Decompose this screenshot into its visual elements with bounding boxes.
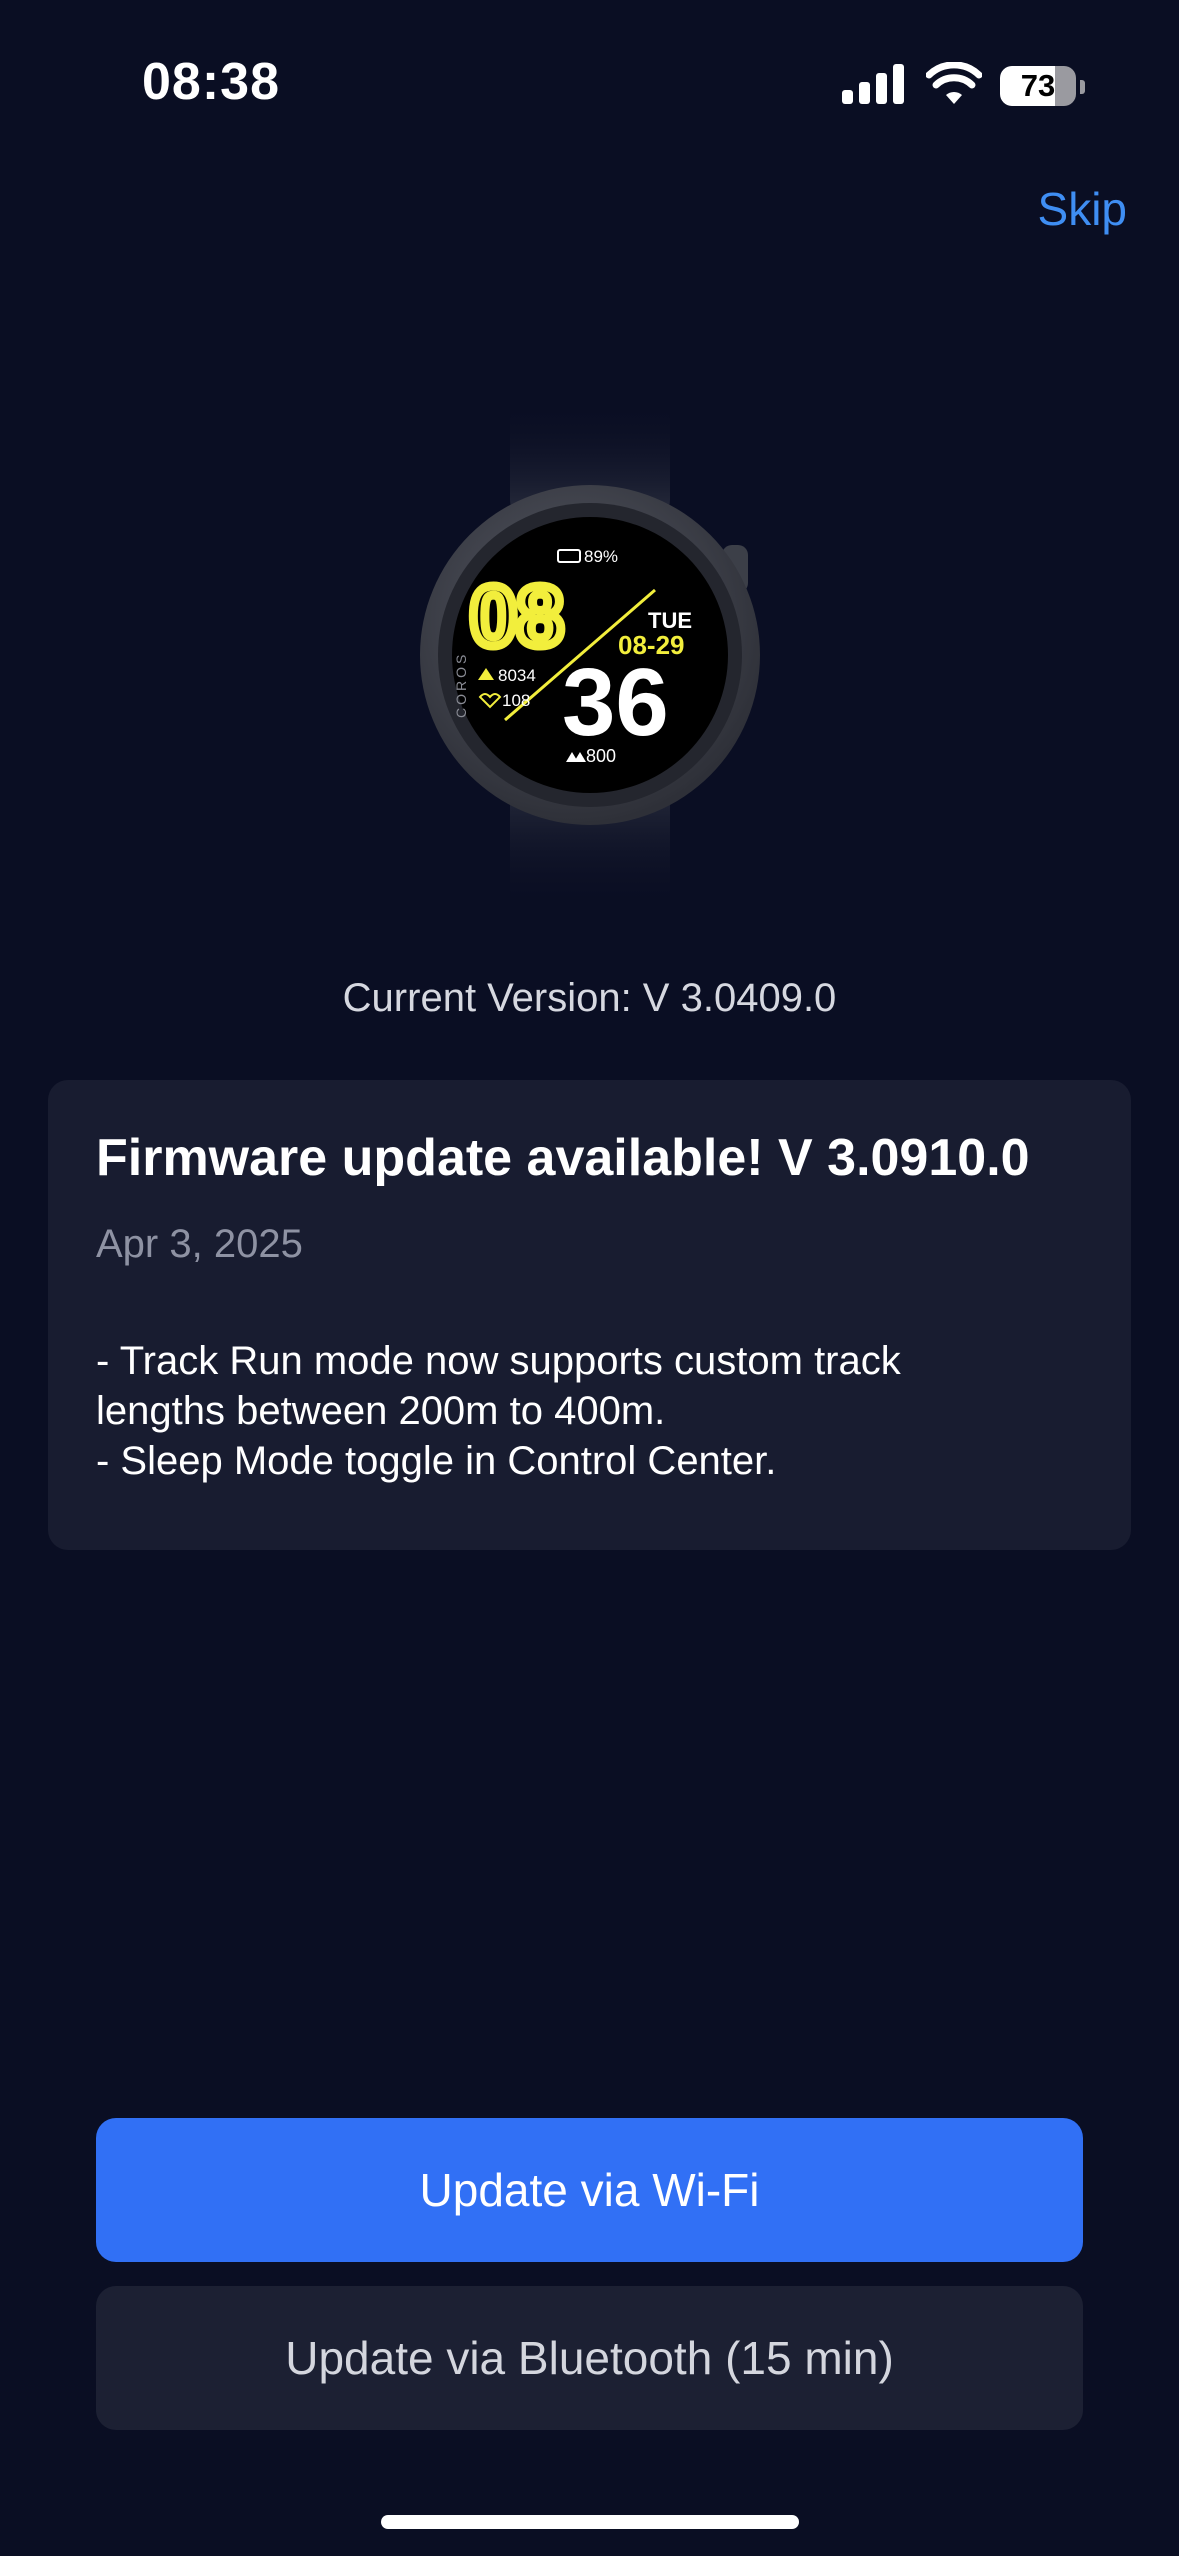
watch-heart-rate: 108 <box>502 691 530 710</box>
firmware-update-screen: 08:38 73 Skip 89% 08 TUE 08-29 36 8034 1… <box>0 0 1179 2556</box>
skip-button[interactable]: Skip <box>1038 182 1127 236</box>
status-time: 08:38 <box>142 53 280 111</box>
release-date: Apr 3, 2025 <box>96 1222 303 1266</box>
battery-percent: 73 <box>1020 68 1056 103</box>
wifi-icon <box>926 62 982 104</box>
update-info-card: Firmware update available! V 3.0910.0 Ap… <box>48 1080 1131 1550</box>
battery-icon: 73 <box>1000 66 1076 106</box>
watch-battery: 89% <box>584 547 618 566</box>
cellular-signal-icon <box>842 62 904 104</box>
release-note-line: - Sleep Mode toggle in Control Center. <box>96 1439 777 1483</box>
watch-minute: 36 <box>562 649 669 756</box>
update-via-wifi-button[interactable]: Update via Wi-Fi <box>96 2118 1083 2262</box>
release-note-line: lengths between 200m to 400m. <box>96 1389 666 1433</box>
watch-image: 89% 08 TUE 08-29 36 8034 108 800 COROS <box>420 400 760 910</box>
release-notes: - Track Run mode now supports custom tra… <box>96 1336 1096 1486</box>
watch-brand: COROS <box>453 652 469 718</box>
update-via-bluetooth-button[interactable]: Update via Bluetooth (15 min) <box>96 2286 1083 2430</box>
current-version: Current Version: V 3.0409.0 <box>342 976 837 1020</box>
watch-steps: 8034 <box>498 666 536 685</box>
release-note-line: - Track Run mode now supports custom tra… <box>96 1339 901 1383</box>
battery-cap <box>1080 80 1085 94</box>
watch-elevation: 800 <box>586 746 616 766</box>
update-title: Firmware update available! V 3.0910.0 <box>96 1129 1030 1187</box>
watch-hour: 08 <box>470 569 563 663</box>
home-indicator[interactable] <box>381 2515 799 2529</box>
